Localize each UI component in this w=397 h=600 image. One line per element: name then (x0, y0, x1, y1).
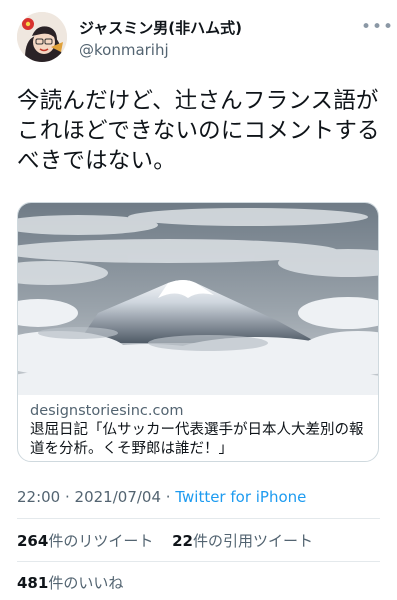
tweet-source[interactable]: Twitter for iPhone (175, 488, 306, 506)
engagement-row: 264件のリツイート 22件の引用ツイート (17, 530, 327, 551)
divider (17, 561, 380, 562)
likes-count: 481 (17, 574, 49, 592)
retweets-count: 264 (17, 532, 49, 550)
link-card[interactable]: designstoriesinc.com 退屈日記「仏サッカー代表選手が日本人大… (17, 202, 379, 462)
tweet-text: 今読んだけど、辻さんフランス語がこれほどできないのにコメントするべきではない。 (17, 88, 380, 174)
tweet-time: 22:00 (17, 488, 61, 506)
retweets-label: 件のリツイート (48, 532, 154, 550)
meta-separator-2: · (161, 488, 176, 506)
card-title: 退屈日記「仏サッカー代表選手が日本人大差別の報道を分析。くそ野郎は誰だ！」 (30, 422, 364, 457)
likes-label: 件のいいね (48, 574, 124, 592)
tweet-meta: 22:00 · 2021/07/04 · Twitter for iPhone (17, 488, 306, 506)
author-avatar[interactable] (17, 12, 67, 62)
quotes-stat[interactable]: 22件の引用ツイート (172, 532, 313, 550)
avatar-illustration (17, 12, 67, 62)
retweets-stat[interactable]: 264件のリツイート (17, 532, 153, 550)
likes-row: 481件のいいね (17, 572, 137, 593)
quotes-label: 件の引用ツイート (192, 532, 313, 550)
author-handle[interactable]: @konmarihj (79, 40, 169, 60)
divider (17, 518, 380, 519)
quotes-count: 22 (172, 532, 193, 550)
more-icon[interactable]: ••• (361, 19, 394, 36)
author-name[interactable]: ジャスミン男(非ハム式) (79, 18, 242, 38)
meta-separator: · (60, 488, 75, 506)
mountain-photo (18, 203, 378, 395)
card-domain: designstoriesinc.com (30, 403, 184, 419)
tweet-date[interactable]: 2021/07/04 (75, 488, 161, 506)
likes-stat[interactable]: 481件のいいね (17, 574, 123, 592)
